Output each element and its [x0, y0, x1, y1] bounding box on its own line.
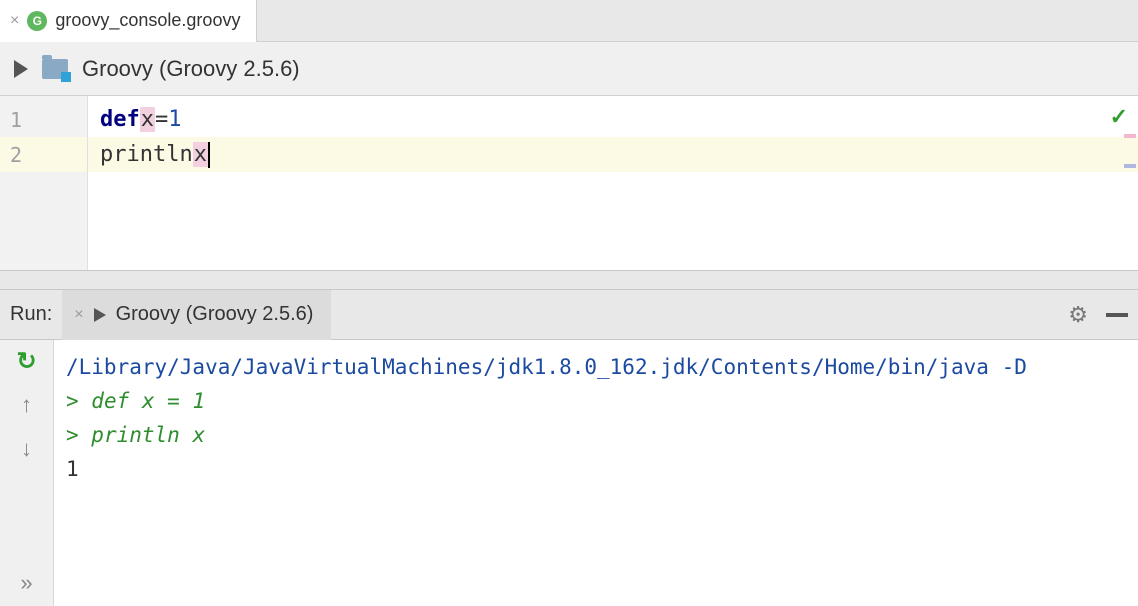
code-area[interactable]: def x = 1println x: [88, 96, 1138, 270]
tab-filename: groovy_console.groovy: [55, 10, 240, 31]
breadcrumb[interactable]: Groovy (Groovy 2.5.6): [82, 56, 300, 82]
up-arrow-icon[interactable]: ↑: [14, 392, 40, 418]
code-token: x: [140, 107, 155, 132]
console-command-line: /Library/Java/JavaVirtualMachines/jdk1.8…: [66, 350, 1126, 384]
line-gutter: 1 2: [0, 96, 88, 270]
module-folder-icon: [42, 59, 68, 79]
rerun-icon[interactable]: ↻: [14, 348, 40, 374]
run-panel-label: Run:: [10, 303, 52, 326]
console-output-line: 1: [66, 452, 1126, 486]
text-cursor: [208, 142, 210, 168]
code-token: def: [100, 107, 140, 132]
line-number: 2: [0, 137, 87, 172]
groovy-file-icon: G: [27, 11, 47, 31]
code-token: =: [155, 107, 168, 132]
editor-tab[interactable]: × G groovy_console.groovy: [0, 0, 257, 42]
play-icon: [94, 308, 106, 322]
console-input-text: println x: [91, 423, 205, 447]
code-token: 1: [168, 107, 181, 132]
editor-toolbar: Groovy (Groovy 2.5.6): [0, 42, 1138, 96]
panel-divider[interactable]: [0, 270, 1138, 290]
run-config-label: Groovy (Groovy 2.5.6): [116, 303, 314, 326]
console-toolbar: ↻ ↑ ↓ »: [0, 340, 54, 606]
code-editor[interactable]: 1 2 def x = 1println x ✓: [0, 96, 1138, 270]
close-run-tab-icon[interactable]: ×: [74, 306, 83, 324]
prompt: >: [66, 423, 91, 447]
minimize-panel-icon[interactable]: [1106, 313, 1128, 317]
console-output[interactable]: /Library/Java/JavaVirtualMachines/jdk1.8…: [54, 340, 1138, 606]
run-panel-header: Run: × Groovy (Groovy 2.5.6) ⚙: [0, 290, 1138, 340]
error-stripe: [1122, 96, 1138, 270]
gear-icon[interactable]: ⚙: [1068, 302, 1088, 328]
stripe-marker[interactable]: [1124, 134, 1136, 138]
console-input-line: > def x = 1: [66, 384, 1126, 418]
down-arrow-icon[interactable]: ↓: [14, 436, 40, 462]
editor-tab-bar: × G groovy_console.groovy: [0, 0, 1138, 42]
more-icon[interactable]: »: [14, 570, 40, 596]
code-line[interactable]: println x: [88, 137, 1138, 172]
close-tab-icon[interactable]: ×: [10, 12, 19, 30]
code-line[interactable]: def x = 1: [88, 102, 1138, 137]
line-number: 1: [0, 102, 87, 137]
run-console-wrap: ↻ ↑ ↓ » /Library/Java/JavaVirtualMachine…: [0, 340, 1138, 606]
code-token: println: [100, 142, 193, 167]
prompt: >: [66, 389, 91, 413]
run-config-tab[interactable]: × Groovy (Groovy 2.5.6): [62, 290, 331, 340]
run-button-icon[interactable]: [14, 60, 28, 78]
console-input-line: > println x: [66, 418, 1126, 452]
code-token: x: [193, 142, 208, 167]
stripe-marker[interactable]: [1124, 164, 1136, 168]
console-input-text: def x = 1: [91, 389, 205, 413]
